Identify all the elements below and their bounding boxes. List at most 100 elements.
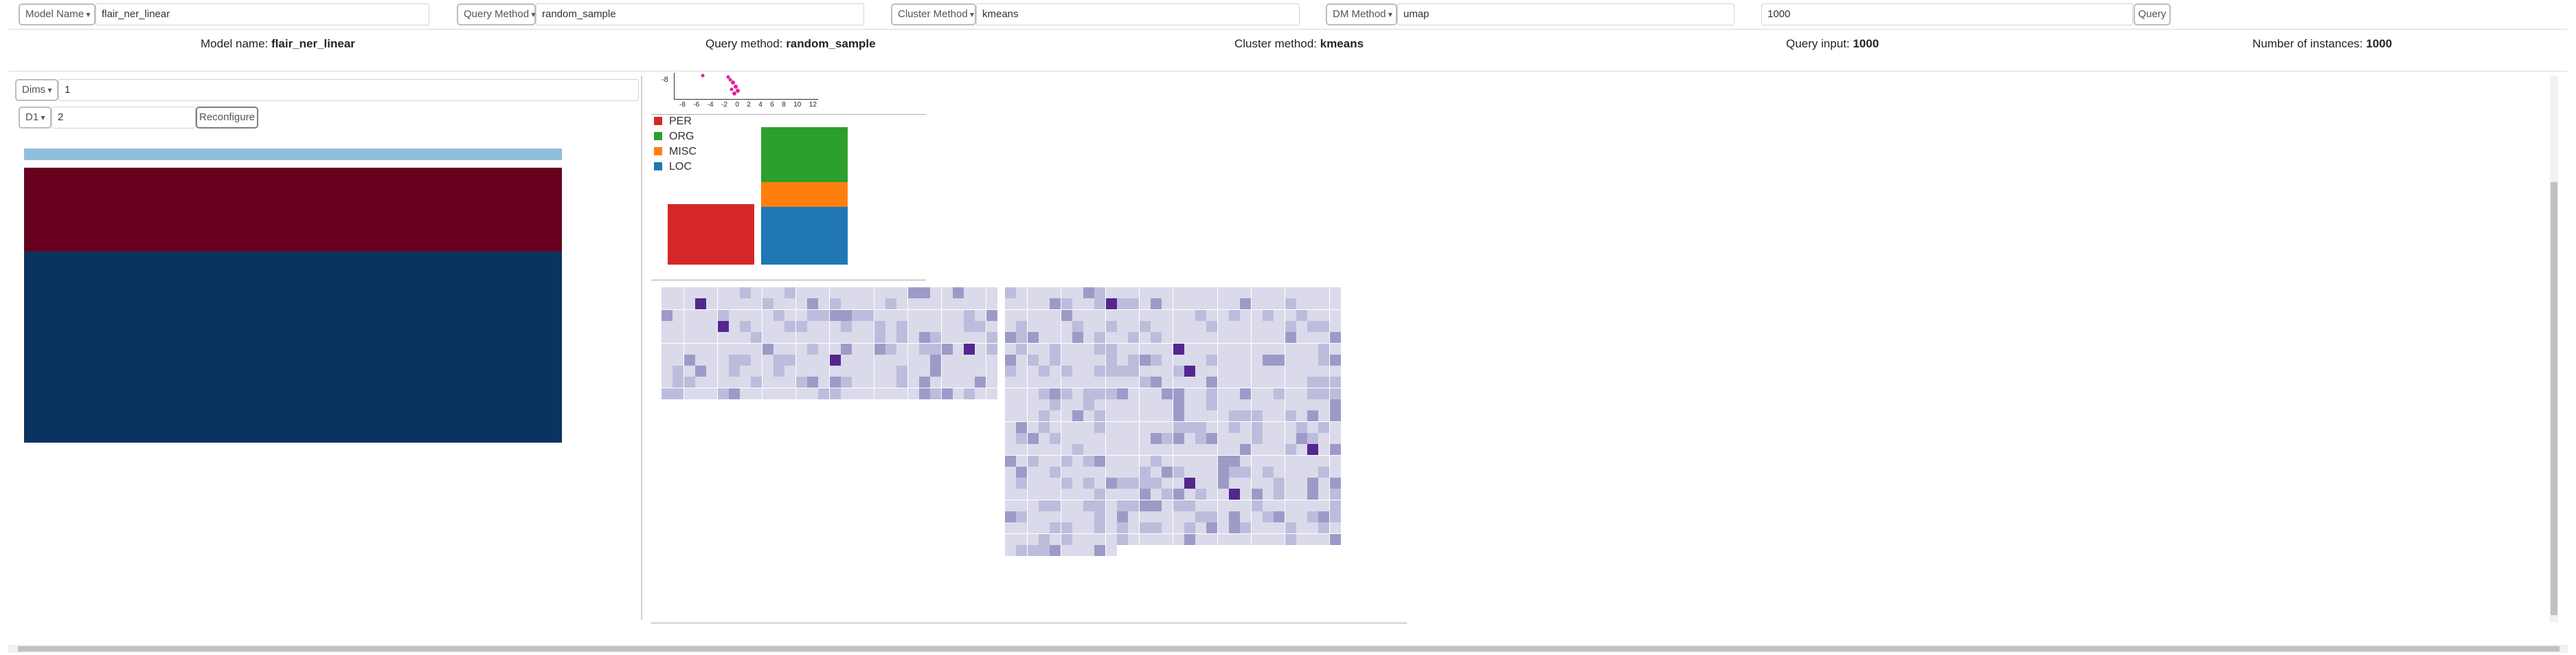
reconfigure-button[interactable]: Reconfigure	[196, 107, 258, 129]
heatmap-cell	[673, 320, 684, 332]
heatmap-cell	[1307, 388, 1319, 399]
heatmap-cell	[1240, 466, 1252, 478]
heatmap-cell	[1262, 533, 1274, 545]
heatmap-cell	[1262, 410, 1274, 422]
heatmap-cell	[1251, 298, 1263, 310]
heatmap-cell	[1251, 444, 1263, 456]
heatmap-cell	[1285, 533, 1296, 545]
heatmap-cell	[1262, 444, 1274, 456]
heatmap-cell	[1274, 298, 1285, 310]
heatmap-cell	[1195, 298, 1207, 310]
heatmap-cell	[1083, 298, 1095, 310]
heatmap-cell	[1217, 399, 1229, 410]
vertical-scrollbar-thumb[interactable]	[2551, 182, 2557, 615]
query-method-input[interactable]: random_sample	[536, 3, 864, 25]
heatmap-cell	[1162, 444, 1173, 456]
heatmap-cell	[1005, 410, 1016, 422]
heatmap-cell	[907, 298, 919, 310]
dm-method-input[interactable]: umap	[1397, 3, 1735, 25]
heatmap-cell	[673, 366, 684, 377]
heatmap-cell	[1318, 309, 1330, 321]
dims-dropdown[interactable]: Dims	[15, 79, 58, 101]
model-name-input[interactable]: flair_ner_linear	[95, 3, 429, 25]
heatmap-cell	[1262, 287, 1274, 298]
heatmap-cell	[1184, 354, 1195, 366]
query-input[interactable]: 1000	[1761, 3, 2133, 25]
heatmap-cell	[1005, 511, 1016, 522]
heatmap-cell	[795, 377, 807, 388]
cluster-method-dropdown[interactable]: Cluster Method	[891, 3, 976, 25]
heatmap-cell	[1050, 478, 1061, 489]
heatmap-cell	[1307, 377, 1319, 388]
heatmap-cell	[1128, 432, 1140, 444]
heatmap-cell	[1139, 533, 1151, 545]
dm-method-dropdown[interactable]: DM Method	[1326, 3, 1397, 25]
heatmap-cell	[1005, 544, 1016, 556]
heatmap-cell	[1318, 533, 1330, 545]
heatmap-cell	[930, 343, 942, 355]
query-button[interactable]: Query	[2134, 3, 2171, 25]
summary-label: Cluster method:	[1234, 37, 1317, 50]
heatmap-cell	[1038, 455, 1050, 467]
heatmap-cell	[1217, 478, 1229, 489]
heatmap-cell	[728, 332, 740, 344]
heatmap-cell	[1217, 432, 1229, 444]
summary-model-name: Model name: flair_ner_linear	[201, 37, 355, 51]
horizontal-scrollbar-thumb[interactable]	[18, 646, 2560, 652]
d1-dropdown[interactable]: D1	[19, 107, 52, 129]
heatmap-cell	[986, 320, 997, 332]
heatmap-cell	[1038, 432, 1050, 444]
cluster-method-input[interactable]: kmeans	[976, 3, 1300, 25]
heatmap-cell	[740, 287, 752, 298]
model-name-dropdown[interactable]: Model Name	[19, 3, 95, 25]
heatmap-cell	[896, 377, 908, 388]
heatmap-cell	[1128, 489, 1140, 500]
heatmap-cell	[706, 320, 718, 332]
heatmap-cell	[952, 287, 964, 298]
heatmap-cell	[1061, 421, 1072, 433]
heatmap-cell	[952, 309, 964, 321]
heatmap-cell	[1139, 522, 1151, 534]
heatmap-cell	[1072, 432, 1083, 444]
heatmap-cell	[1173, 489, 1184, 500]
horizontal-scrollbar[interactable]	[8, 645, 2568, 653]
heatmap-cell	[896, 388, 908, 399]
heatmap-cell	[829, 332, 841, 344]
panel-splitter[interactable]	[641, 76, 642, 620]
heatmap-cell	[1083, 410, 1095, 422]
heatmap-cell	[1005, 388, 1016, 399]
heatmap-cell	[1206, 377, 1218, 388]
heatmap-cell	[1318, 332, 1330, 344]
heatmap-cell	[975, 287, 986, 298]
heatmap-cell	[1229, 287, 1240, 298]
heatmap-cell	[1094, 399, 1106, 410]
heatmap-cell	[1206, 432, 1218, 444]
heatmap-cell	[1206, 466, 1218, 478]
heatmap-cell	[1072, 444, 1083, 456]
heatmap-cell	[1117, 377, 1128, 388]
heatmap-cell	[1027, 466, 1039, 478]
heatmap-cell	[1307, 478, 1319, 489]
heatmap-cell	[840, 343, 852, 355]
heatmap-cell	[1094, 500, 1106, 511]
vertical-scrollbar[interactable]	[2550, 76, 2558, 622]
heatmap-cell	[852, 354, 863, 366]
heatmap-cell	[1027, 388, 1039, 399]
scatter-point	[701, 74, 705, 78]
heatmap-cell	[1173, 500, 1184, 511]
heatmap-cell	[1307, 343, 1319, 355]
heatmap-cell	[1117, 500, 1128, 511]
heatmap-cell	[1251, 354, 1263, 366]
query-method-dropdown[interactable]: Query Method	[457, 3, 536, 25]
heatmap-cell	[918, 287, 930, 298]
heatmap-cell	[1150, 478, 1162, 489]
heatmap-cell	[1262, 298, 1274, 310]
d1-input[interactable]: 2	[52, 107, 196, 129]
heatmap-cell	[795, 287, 807, 298]
heatmap-cell	[930, 388, 942, 399]
heatmap-cell	[1027, 444, 1039, 456]
heatmap-cell	[1251, 455, 1263, 467]
heatmap-cell	[930, 366, 942, 377]
heatmap-cell	[1285, 500, 1296, 511]
dims-input[interactable]: 1	[58, 79, 639, 101]
